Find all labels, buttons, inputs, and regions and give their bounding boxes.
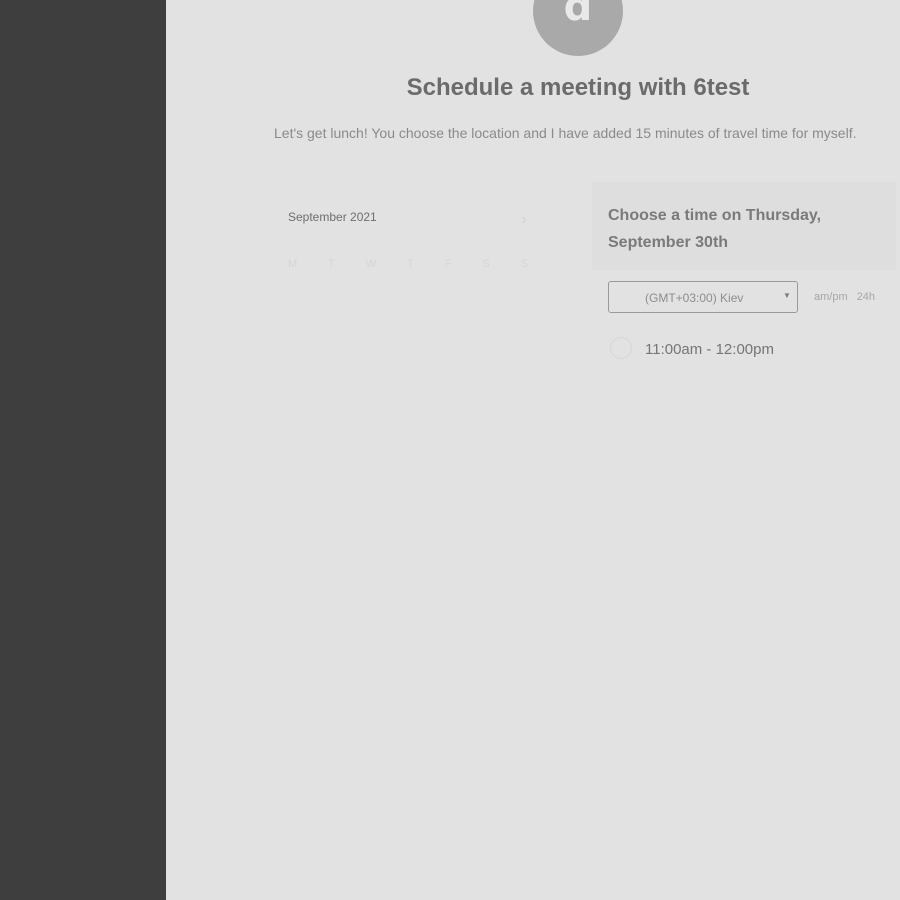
- meeting-description: Let's get lunch! You choose the location…: [274, 125, 857, 141]
- calendar-weekday: S: [520, 258, 528, 270]
- caret-down-icon: ▼: [783, 291, 791, 300]
- time-slot-label: 11:00am - 12:00pm: [645, 341, 774, 358]
- time-selection-header: Choose a time on Thursday, September 30t…: [592, 182, 896, 270]
- calendar-weekday: M: [288, 258, 298, 270]
- calendar-weekday-row: M T W T F S S: [288, 258, 528, 270]
- format-ampm-option[interactable]: am/pm: [814, 291, 848, 303]
- time-format-toggle: am/pm 24h: [814, 291, 881, 303]
- date-calendar: September 2021 › M T W T F S S: [288, 200, 538, 620]
- host-avatar: d: [533, 0, 623, 56]
- calendar-weekday: T: [407, 258, 414, 270]
- left-dark-panel: [0, 0, 166, 900]
- calendar-weekday: F: [444, 258, 452, 270]
- page-title: Schedule a meeting with 6test: [406, 74, 750, 101]
- calendar-weekday: T: [328, 258, 335, 270]
- timezone-value: (GMT+03:00) Kiev: [645, 291, 744, 305]
- timezone-select[interactable]: (GMT+03:00) Kiev ▼: [608, 281, 798, 313]
- format-24h-option[interactable]: 24h: [857, 291, 875, 303]
- calendar-month-label: September 2021: [288, 210, 377, 224]
- chevron-right-icon[interactable]: ›: [514, 210, 534, 230]
- time-slot-option[interactable]: 11:00am - 12:00pm: [608, 335, 868, 363]
- calendar-weekday: W: [365, 258, 377, 270]
- time-selection-title: Choose a time on Thursday, September 30t…: [608, 207, 822, 251]
- calendar-weekday: S: [482, 258, 490, 270]
- scheduling-page: d Schedule a meeting with 6test Let's ge…: [166, 0, 900, 900]
- radio-button[interactable]: [610, 337, 632, 359]
